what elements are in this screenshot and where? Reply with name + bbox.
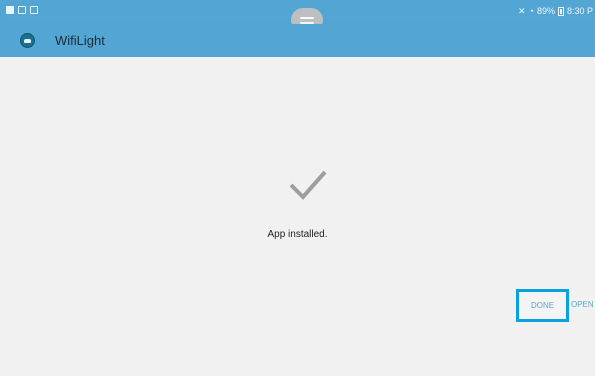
checkmark-icon	[289, 170, 327, 200]
notification-icons	[6, 6, 38, 14]
done-button[interactable]: DONE	[516, 289, 569, 322]
install-status-text: App installed.	[267, 229, 328, 240]
wifi-icon: ◔	[528, 6, 534, 16]
system-tray: ✕ ◔ 89% 8:30 P	[518, 6, 593, 17]
install-result-panel: App installed.	[0, 57, 595, 376]
tablet-icon	[18, 6, 26, 14]
battery-percent: 89%	[536, 6, 555, 16]
open-button[interactable]: OPEN	[571, 299, 594, 311]
battery-icon	[557, 7, 564, 16]
android-icon	[20, 33, 35, 48]
screenshot-icon	[6, 6, 14, 14]
app-bar: WifiLight	[0, 24, 595, 57]
app-title: WifiLight	[55, 33, 105, 48]
gallery-icon	[30, 6, 38, 14]
mute-icon: ✕	[517, 6, 526, 16]
clock: 8:30 P	[566, 6, 593, 16]
